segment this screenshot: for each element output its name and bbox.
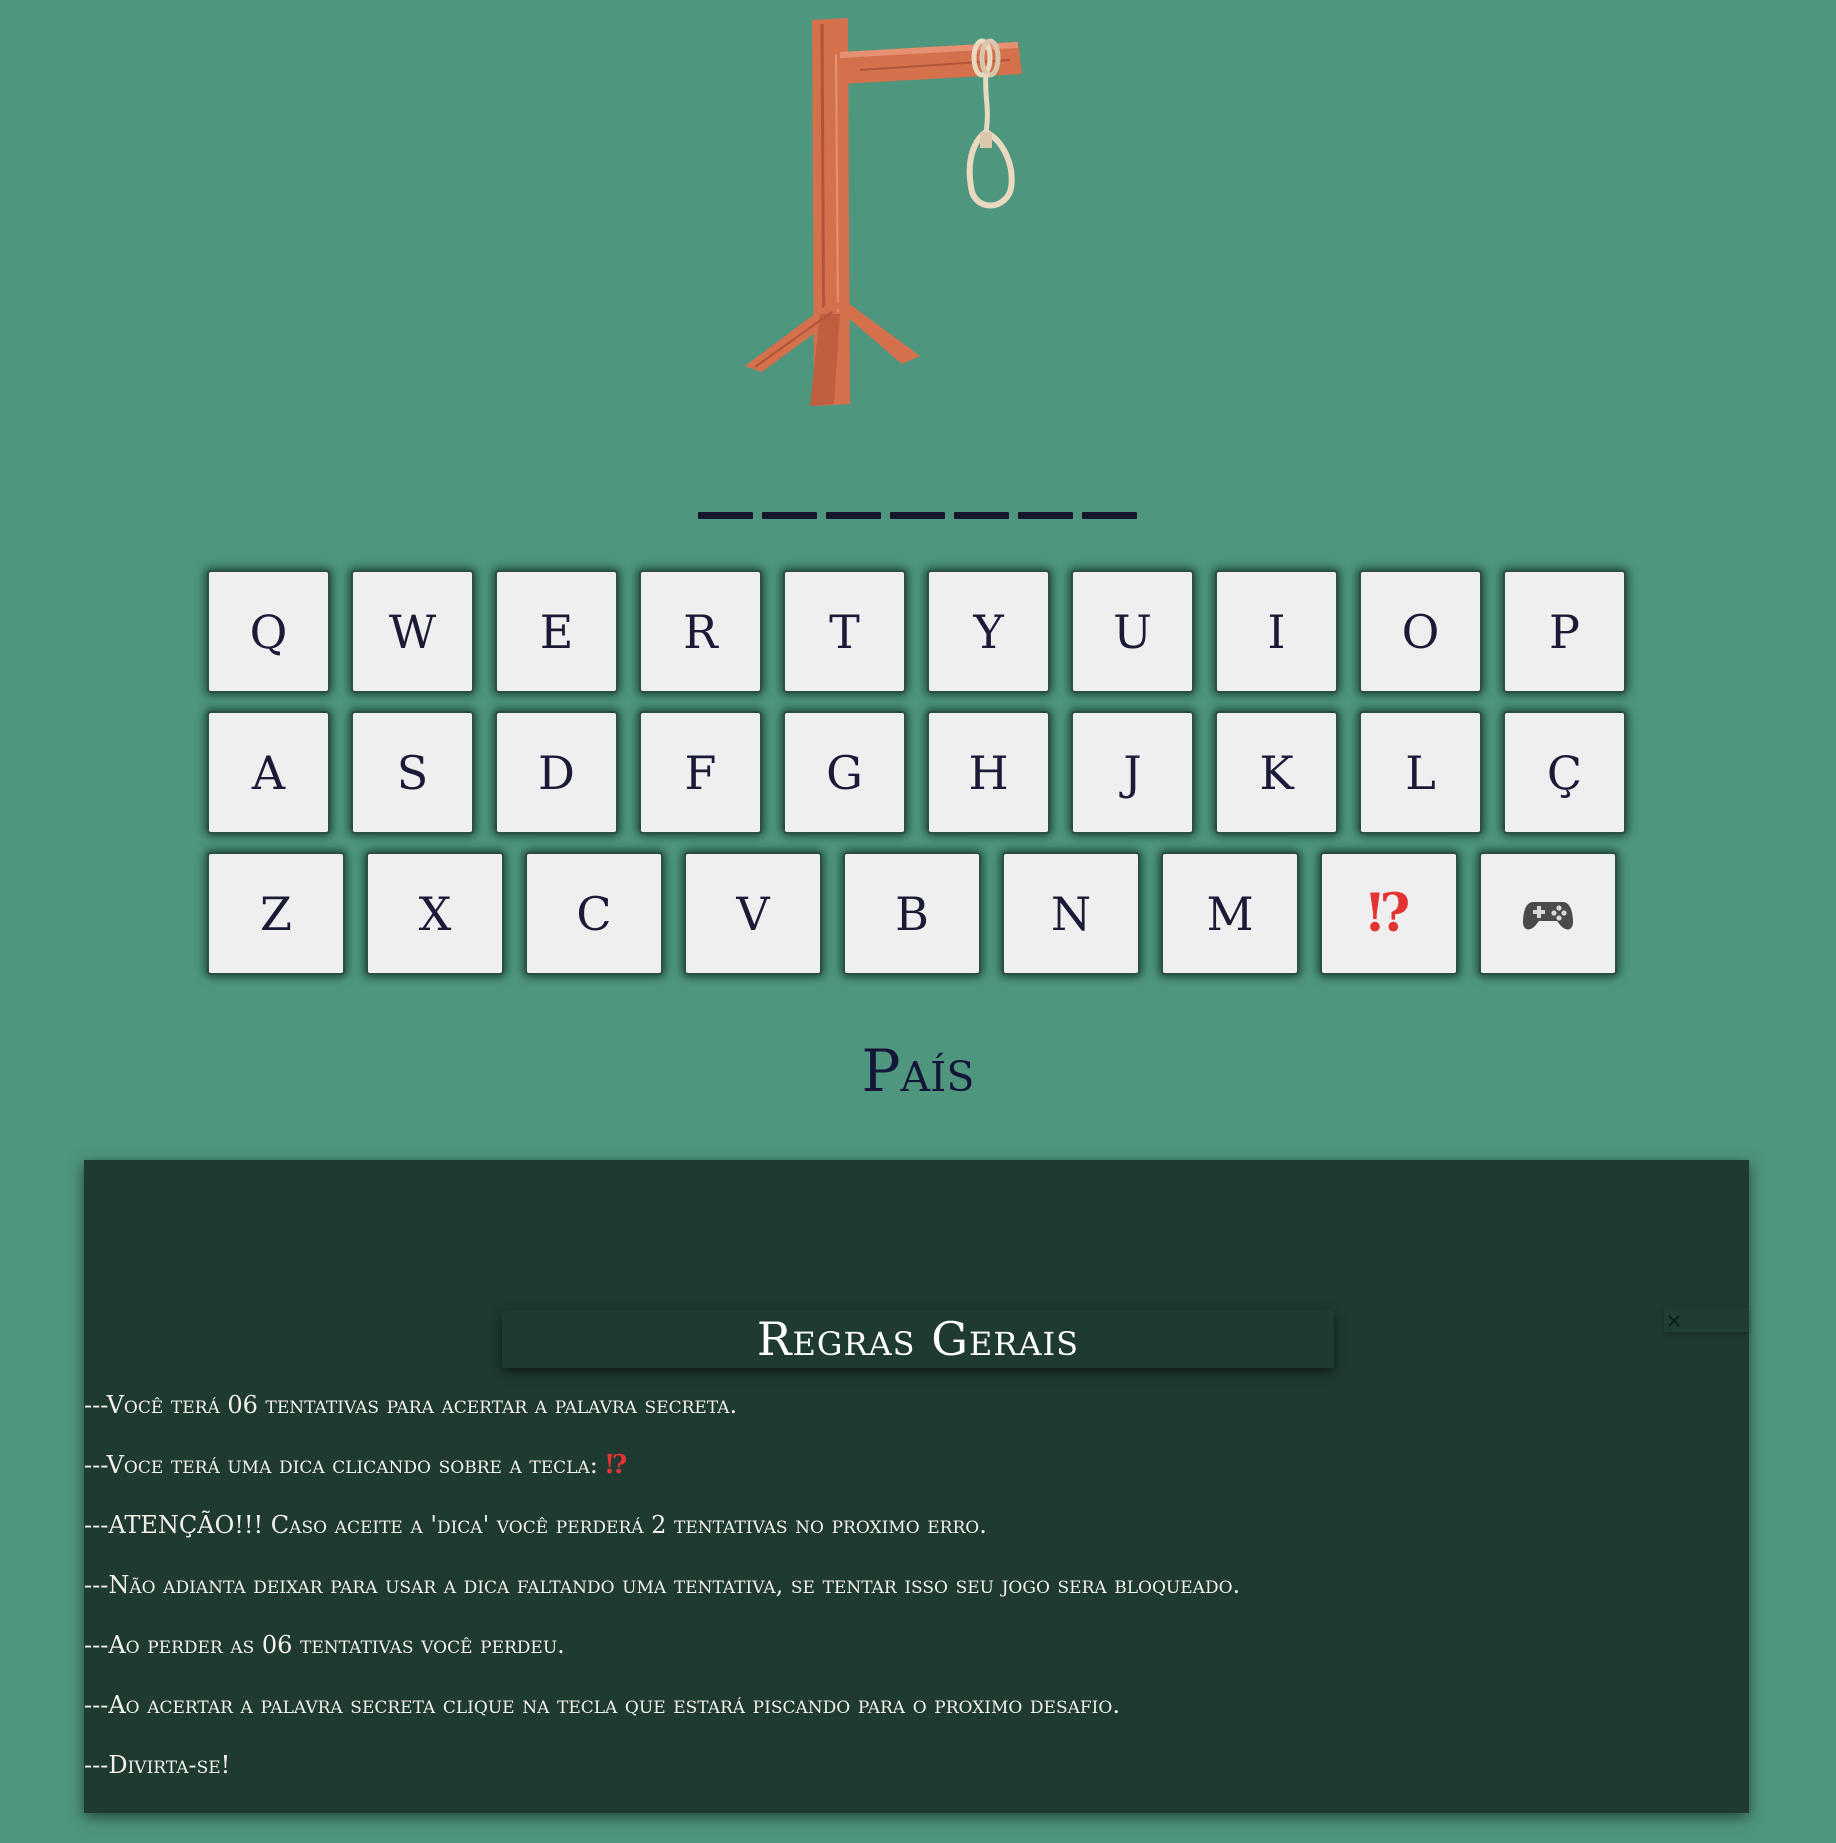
rules-list: ---Você terá 06 tentativas para acertar … xyxy=(84,1390,1684,1810)
letter-key-z[interactable]: Z xyxy=(207,852,345,975)
letter-key-d[interactable]: D xyxy=(495,711,618,834)
letter-slot xyxy=(1082,512,1137,519)
letter-slot xyxy=(954,512,1009,519)
letter-key-w[interactable]: W xyxy=(351,570,474,693)
letter-key-t[interactable]: T xyxy=(783,570,906,693)
letter-key-y[interactable]: Y xyxy=(927,570,1050,693)
letter-key-ç[interactable]: Ç xyxy=(1503,711,1626,834)
category-label: País xyxy=(861,1037,975,1105)
letter-key-r[interactable]: R xyxy=(639,570,762,693)
letter-key-j[interactable]: J xyxy=(1071,711,1194,834)
secret-word-slots xyxy=(698,512,1137,520)
letter-key-p[interactable]: P xyxy=(1503,570,1626,693)
letter-slot xyxy=(890,512,945,519)
letter-key-m[interactable]: M xyxy=(1161,852,1299,975)
letter-slot xyxy=(698,512,753,519)
noose-rope xyxy=(983,73,990,133)
hint-key[interactable]: ⁉ xyxy=(1320,852,1458,975)
letter-key-e[interactable]: E xyxy=(495,570,618,693)
hint-icon: ⁉ xyxy=(605,1450,628,1480)
letter-key-o[interactable]: O xyxy=(1359,570,1482,693)
letter-key-u[interactable]: U xyxy=(1071,570,1194,693)
rule-item: ---Divirta-se! xyxy=(84,1751,231,1779)
rule-item: ---Ao perder as 06 tentativas você perde… xyxy=(84,1631,565,1659)
rule-item: ---Não adianta deixar para usar a dica f… xyxy=(84,1571,1241,1599)
gallows-illustration xyxy=(745,18,1022,406)
letter-slot xyxy=(826,512,881,519)
rule-item: ---Voce terá uma dica clicando sobre a t… xyxy=(84,1450,628,1480)
letter-key-b[interactable]: B xyxy=(843,852,981,975)
letter-slot xyxy=(1018,512,1073,519)
letter-key-l[interactable]: L xyxy=(1359,711,1482,834)
letter-key-h[interactable]: H xyxy=(927,711,1050,834)
letter-key-i[interactable]: I xyxy=(1215,570,1338,693)
letter-key-n[interactable]: N xyxy=(1002,852,1140,975)
gamepad-icon xyxy=(1523,901,1573,929)
letter-slot xyxy=(762,512,817,519)
rules-modal: Regras Gerais × ---Você terá 06 tentativ… xyxy=(84,1160,1749,1813)
rules-title: Regras Gerais xyxy=(502,1310,1334,1368)
new-game-key[interactable] xyxy=(1479,852,1617,975)
close-icon: × xyxy=(1665,1308,1683,1332)
letter-key-f[interactable]: F xyxy=(639,711,762,834)
letter-key-v[interactable]: V xyxy=(684,852,822,975)
rule-item: ---Ao acertar a palavra secreta clique n… xyxy=(84,1691,1120,1719)
letter-key-q[interactable]: Q xyxy=(207,570,330,693)
letter-key-k[interactable]: K xyxy=(1215,711,1338,834)
close-button[interactable]: × xyxy=(1664,1308,1749,1332)
letter-key-c[interactable]: C xyxy=(525,852,663,975)
letter-key-s[interactable]: S xyxy=(351,711,474,834)
letter-key-g[interactable]: G xyxy=(783,711,906,834)
rule-item: ---Você terá 06 tentativas para acertar … xyxy=(84,1391,738,1419)
letter-key-a[interactable]: A xyxy=(207,711,330,834)
rule-item: ---ATENÇÃO!!! Caso aceite a 'dica' você … xyxy=(84,1511,987,1539)
letter-key-x[interactable]: X xyxy=(366,852,504,975)
